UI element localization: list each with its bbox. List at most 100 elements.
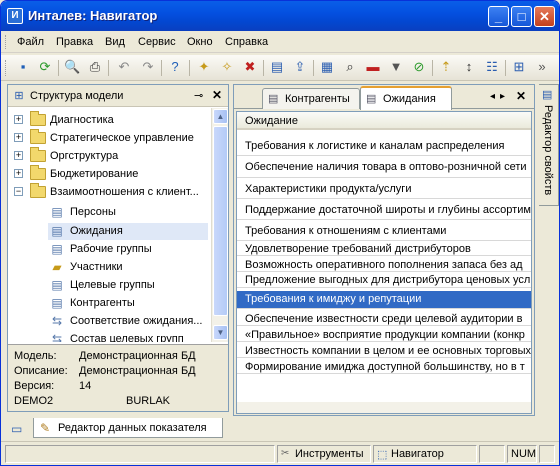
tree-item[interactable]: + Бюджетирование [8,165,212,183]
status-navigator[interactable]: ⬚ Навигатор [373,445,477,463]
list-row-text: Известность компании в целом и ее основн… [245,345,531,357]
collapse-icon[interactable]: − [14,187,23,196]
tab-next-icon[interactable]: ▸ [500,91,505,102]
list-row-selected[interactable]: Требования к имиджу и репутации [237,291,531,309]
tree-item-label: Ожидания [70,225,123,237]
redo-icon[interactable]: ↷ [140,59,156,75]
tree-item[interactable]: + Диагностика [8,111,212,129]
tree-scrollbar[interactable]: ▲ ▼ [211,108,228,342]
scroll-thumb[interactable] [213,126,228,316]
scroll-down-button[interactable]: ▼ [213,325,228,340]
title-bar[interactable]: И Инталев: Навигатор _ □ ✕ [1,1,559,31]
tree-item[interactable]: ▤ Целевые группы [8,277,212,294]
list-row[interactable]: Удовлетворение требований дистрибуторов [237,242,531,256]
maximize-button[interactable]: □ [511,6,532,27]
tree-item[interactable]: − Взаимоотношения с клиент... [8,183,212,201]
close-button[interactable]: ✕ [534,6,555,27]
tree-icon[interactable]: ☷ [484,59,500,75]
monitor-icon[interactable]: ▭ [11,422,27,436]
tree-item[interactable]: ▰ Участники [8,259,212,276]
menu-grip [5,35,8,49]
export-icon[interactable]: ⇪ [292,59,308,75]
search-icon[interactable]: ⌕ [342,59,358,75]
tab-data-editor[interactable]: ✎ Редактор данных показателя [33,418,223,438]
new-child-icon[interactable]: ✧ [219,59,235,75]
tree-item[interactable]: ⇆ Состав целевых групп [8,331,212,342]
menu-help[interactable]: Справка [225,36,268,48]
tree-item-label: Диагностика [50,114,114,126]
properties-icon[interactable]: ▤ [269,59,285,75]
scroll-up-button[interactable]: ▲ [213,109,228,124]
list-row[interactable]: «Правильное» восприятие продукции компан… [237,328,531,342]
list-row[interactable]: Требования к логистике и каналам распред… [237,137,531,156]
list-icon: ▤ [51,242,63,256]
minimize-button[interactable]: _ [488,6,509,27]
print-preview-icon[interactable]: 🔍 [64,59,80,75]
menu-file[interactable]: Файл [17,36,44,48]
pin-icon[interactable]: ⊸ [194,89,203,102]
column-header[interactable]: Ожидание [237,112,531,130]
tab-label: Редактор данных показателя [58,422,207,434]
info-value: 14 [79,380,92,392]
refresh-icon[interactable]: ⟳ [37,59,53,75]
toolbar-grip [5,60,8,76]
list-row[interactable]: Характеристики продукта/услуги [237,180,531,199]
list-row[interactable]: Возможность оперативного пополнения запа… [237,258,531,272]
model-structure-panel: ⊞ Структура модели ⊸ ✕ + Диагностика + С… [7,84,229,412]
expand-icon[interactable]: + [14,151,23,160]
tree-expand-icon[interactable]: ⊞ [511,59,527,75]
expand-icon[interactable]: + [14,169,23,178]
document-panel: ▤ Контрагенты ▤ Ожидания ◂ ▸ ✕ Ожидание … [233,84,535,416]
undo-icon[interactable]: ↶ [116,59,132,75]
clear-filter-icon[interactable]: ⊘ [411,59,427,75]
tree-item-label: Целевые группы [70,279,155,291]
toolbar-separator [263,60,264,76]
menu-window[interactable]: Окно [187,36,213,48]
tree-item[interactable]: + Оргструктура [8,147,212,165]
list-row[interactable]: Обеспечение наличия товара в оптово-розн… [237,158,531,178]
list-row[interactable]: Поддержание достаточной широты и глубины… [237,201,531,220]
expand-icon[interactable]: + [14,115,23,124]
help-icon[interactable]: ? [167,59,183,75]
tree-item-selected[interactable]: ▤ Ожидания [48,223,208,240]
save-icon[interactable]: ▪ [15,59,31,75]
toolbar-overflow-icon[interactable]: » [534,59,550,75]
menu-edit[interactable]: Правка [56,36,93,48]
info-label: Описание: [14,365,68,377]
new-item-icon[interactable]: ✦ [196,59,212,75]
move-up-icon[interactable]: ⇡ [438,59,454,75]
expand-icon[interactable]: + [14,133,23,142]
list-row[interactable]: Предложение выгодных для дистрибутора це… [237,273,531,288]
list-row-text: Обеспечение известности среди целевой ау… [245,313,523,325]
list-row[interactable]: Формирование имиджа доступной большинств… [237,360,531,374]
tree-item[interactable]: + Стратегическое управление [8,129,212,147]
list-row[interactable]: Известность компании в целом и ее основн… [237,344,531,358]
menu-view[interactable]: Вид [105,36,125,48]
panel-title: Структура модели [30,90,124,102]
tree-item[interactable]: ⇆ Соответствие ожидания... [8,313,212,330]
delete-icon[interactable]: ✖ [242,59,258,75]
tab-expectations[interactable]: ▤ Ожидания [360,86,452,110]
print-icon[interactable]: ⎙ [87,59,103,75]
menu-service[interactable]: Сервис [138,36,176,48]
tab-prev-icon[interactable]: ◂ [490,91,495,102]
close-tab-icon[interactable]: ✕ [516,89,526,103]
tab-counterparties[interactable]: ▤ Контрагенты [262,88,360,109]
tree-item[interactable]: ▤ Контрагенты [8,295,212,312]
panel-header: ⊞ Структура модели ⊸ ✕ [8,85,228,107]
status-tools[interactable]: ✂ Инструменты [277,445,371,463]
filter-icon[interactable]: ▼ [388,59,404,75]
list-row[interactable]: Обеспечение известности среди целевой ау… [237,312,531,326]
list-row[interactable]: Требования к отношениям с клиентами [237,222,531,241]
tree-item[interactable]: ▤ Персоны [8,204,212,221]
horizontal-scrollbar[interactable] [237,402,531,413]
tree-item[interactable]: ▤ Рабочие группы [8,241,212,258]
properties-editor-dock[interactable]: ▤ Редактор свойств [539,84,559,206]
status-blank [479,445,505,463]
minus-icon[interactable]: ▬ [365,59,381,75]
table-icon[interactable]: ▦ [319,59,335,75]
folder-icon [30,165,46,180]
close-panel-icon[interactable]: ✕ [212,88,222,102]
main-window: И Инталев: Навигатор _ □ ✕ Файл Правка В… [0,0,560,466]
sort-icon[interactable]: ↕ [461,59,477,75]
